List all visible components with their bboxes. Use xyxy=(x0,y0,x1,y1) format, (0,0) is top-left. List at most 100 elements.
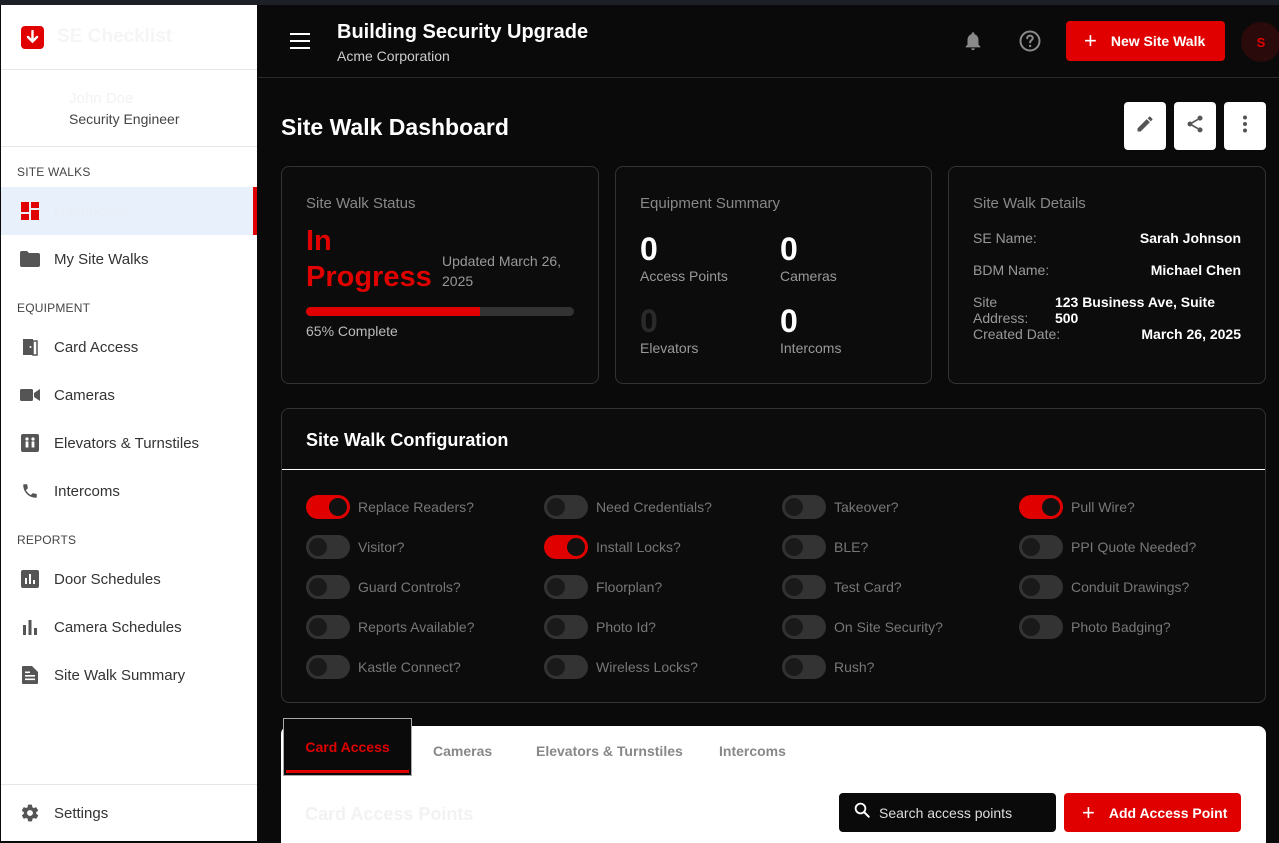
toggle-switch[interactable] xyxy=(306,655,350,679)
search-icon xyxy=(853,801,871,824)
sidebar-item-settings[interactable]: Settings xyxy=(1,784,257,841)
toggle-switch[interactable] xyxy=(306,495,350,519)
pane-title: Card Access Points xyxy=(305,804,474,824)
toggle-switch[interactable] xyxy=(782,615,826,639)
toggle-switch[interactable] xyxy=(1019,615,1063,639)
avatar[interactable]: S xyxy=(1241,22,1279,62)
equipment-count: 0 xyxy=(780,231,798,267)
config-toggle[interactable]: Test Card? xyxy=(782,575,902,599)
toggle-switch[interactable] xyxy=(544,495,588,519)
config-toggle[interactable]: Wireless Locks? xyxy=(544,655,698,679)
toggle-label: Reports Available? xyxy=(358,619,475,635)
sidebar-item-dashboard[interactable]: Dashboard xyxy=(1,187,257,235)
help-icon[interactable] xyxy=(1018,29,1042,58)
elevator-icon xyxy=(19,432,41,454)
sidebar-item-label: Intercoms xyxy=(54,482,120,500)
toggle-switch[interactable] xyxy=(1019,575,1063,599)
door-icon xyxy=(19,336,41,358)
toggle-switch[interactable] xyxy=(544,615,588,639)
project-title: Building Security Upgrade xyxy=(337,21,589,43)
more-options-button[interactable] xyxy=(1224,102,1266,150)
status-value-line: Progress xyxy=(306,261,432,293)
equipment-elevators: 0 Elevators xyxy=(640,303,698,356)
config-toggle[interactable]: Rush? xyxy=(782,655,874,679)
dashboard-icon xyxy=(19,200,41,222)
detail-key: Site Address: xyxy=(973,294,1029,326)
config-toggle[interactable]: Conduit Drawings? xyxy=(1019,575,1189,599)
toggle-switch[interactable] xyxy=(1019,495,1063,519)
config-toggle[interactable]: Visitor? xyxy=(306,535,404,559)
toggle-label: Test Card? xyxy=(834,579,902,595)
sidebar-item-intercoms[interactable]: Intercoms xyxy=(1,467,257,515)
progress-fill xyxy=(306,307,481,316)
toggle-switch[interactable] xyxy=(1019,535,1063,559)
sidebar-item-card-access[interactable]: Card Access xyxy=(1,323,257,371)
toggle-switch[interactable] xyxy=(544,535,588,559)
config-toggle[interactable]: PPI Quote Needed? xyxy=(1019,535,1196,559)
share-icon xyxy=(1185,114,1205,139)
tab-intercoms[interactable]: Intercoms xyxy=(719,726,786,776)
config-toggle[interactable]: On Site Security? xyxy=(782,615,943,639)
config-toggle[interactable]: Replace Readers? xyxy=(306,495,474,519)
detail-row-site-address: Site Address: 123 Business Ave, Suite 50… xyxy=(973,294,1241,326)
toggle-switch[interactable] xyxy=(306,535,350,559)
equipment-count: 0 xyxy=(640,303,658,339)
sidebar-item-site-walk-summary[interactable]: Site Walk Summary xyxy=(1,651,257,699)
config-toggle[interactable]: Reports Available? xyxy=(306,615,474,639)
status-value: In Progress xyxy=(306,223,432,295)
document-icon xyxy=(19,664,41,686)
toggle-label: BLE? xyxy=(834,539,869,555)
detail-row-se-name: SE Name: Sarah Johnson xyxy=(973,230,1241,246)
toggle-switch[interactable] xyxy=(782,495,826,519)
tab-card-access[interactable]: Card Access xyxy=(283,718,412,776)
details-card: Site Walk Details SE Name: Sarah Johnson… xyxy=(948,166,1266,384)
toggle-switch[interactable] xyxy=(544,575,588,599)
toggle-label: Photo Badging? xyxy=(1071,619,1171,635)
search-box[interactable] xyxy=(839,793,1056,832)
config-toggle[interactable]: Floorplan? xyxy=(544,575,662,599)
user-name: John Doe xyxy=(69,90,134,107)
config-toggle[interactable]: Install Locks? xyxy=(544,535,681,559)
toggle-label: Takeover? xyxy=(834,499,899,515)
config-toggle[interactable]: Kastle Connect? xyxy=(306,655,461,679)
config-toggle[interactable]: Takeover? xyxy=(782,495,899,519)
tab-cameras[interactable]: Cameras xyxy=(433,726,492,776)
sidebar-item-door-schedules[interactable]: Door Schedules xyxy=(1,555,257,603)
toggle-switch[interactable] xyxy=(544,655,588,679)
menu-icon[interactable] xyxy=(290,33,310,49)
config-toggle[interactable]: Need Credentials? xyxy=(544,495,712,519)
tab-elevators-turnstiles[interactable]: Elevators & Turnstiles xyxy=(536,726,683,776)
bell-icon[interactable] xyxy=(962,30,984,57)
config-toggle[interactable]: Pull Wire? xyxy=(1019,495,1135,519)
toggle-switch[interactable] xyxy=(306,615,350,639)
toggle-switch[interactable] xyxy=(782,535,826,559)
add-access-point-button[interactable]: + Add Access Point xyxy=(1064,793,1241,832)
toggle-switch[interactable] xyxy=(306,575,350,599)
new-site-walk-button[interactable]: + New Site Walk xyxy=(1066,21,1225,61)
detail-value: Michael Chen xyxy=(1150,262,1241,278)
sidebar-item-elevators[interactable]: Elevators & Turnstiles xyxy=(1,419,257,467)
edit-button[interactable] xyxy=(1124,102,1166,150)
toggle-label: Guard Controls? xyxy=(358,579,461,595)
sidebar-item-cameras[interactable]: Cameras xyxy=(1,371,257,419)
equipment-label: Intercoms xyxy=(780,340,842,356)
sidebar-item-label: Dashboard xyxy=(54,202,128,220)
toggle-label: Floorplan? xyxy=(596,579,663,595)
config-toggle[interactable]: BLE? xyxy=(782,535,868,559)
search-input[interactable] xyxy=(879,804,1049,821)
config-toggle[interactable]: Photo Badging? xyxy=(1019,615,1171,639)
sidebar-item-camera-schedules[interactable]: Camera Schedules xyxy=(1,603,257,651)
config-toggle[interactable]: Guard Controls? xyxy=(306,575,461,599)
toggle-label: Rush? xyxy=(834,659,875,675)
equipment-summary-card: Equipment Summary 0 Access Points 0 Came… xyxy=(615,166,932,384)
equipment-tabs-panel: Card Access Cameras Elevators & Turnstil… xyxy=(281,718,1266,843)
detail-key: SE Name: xyxy=(973,230,1037,246)
status-updated-line: 2025 xyxy=(442,273,474,289)
share-button[interactable] xyxy=(1174,102,1216,150)
toggle-switch[interactable] xyxy=(782,575,826,599)
config-toggle[interactable]: Photo Id? xyxy=(544,615,656,639)
toggle-label: Kastle Connect? xyxy=(358,659,461,675)
sidebar-item-my-site-walks[interactable]: My Site Walks xyxy=(1,235,257,283)
sidebar-item-label: My Site Walks xyxy=(54,250,149,268)
toggle-switch[interactable] xyxy=(782,655,826,679)
